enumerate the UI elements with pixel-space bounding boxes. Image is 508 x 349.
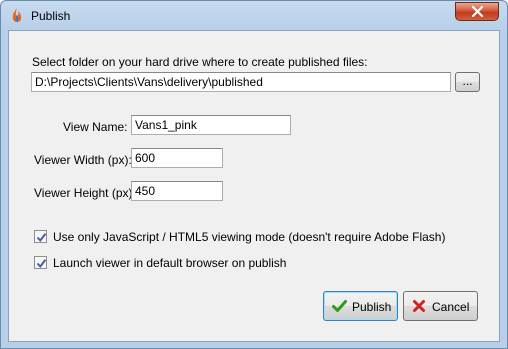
dialog-body: Select folder on your hard drive where t… — [8, 30, 500, 342]
check-icon — [332, 300, 347, 312]
cancel-button-label: Cancel — [432, 300, 470, 314]
close-button[interactable] — [455, 2, 499, 21]
viewer-width-label: Viewer Width (px): — [34, 153, 132, 167]
checkmark-icon — [36, 259, 47, 269]
close-icon — [471, 6, 484, 17]
publish-button-label: Publish — [352, 300, 392, 314]
launch-browser-checkbox[interactable] — [34, 256, 47, 269]
app-flame-icon — [12, 8, 22, 22]
cancel-button[interactable]: Cancel — [403, 291, 478, 321]
view-name-input[interactable] — [131, 115, 291, 135]
view-name-label: View Name: — [63, 120, 128, 134]
launch-browser-label[interactable]: Launch viewer in default browser on publ… — [53, 256, 286, 270]
cancel-x-icon — [413, 300, 425, 312]
title-bar[interactable]: Publish — [1, 1, 507, 31]
publish-button[interactable]: Publish — [323, 291, 398, 321]
viewer-width-input[interactable] — [131, 148, 223, 168]
checkmark-icon — [36, 233, 47, 243]
publish-dialog: Publish Select folder on your hard drive… — [0, 0, 508, 349]
browse-button-label: ... — [462, 74, 473, 88]
folder-path-input[interactable] — [31, 72, 451, 92]
viewer-height-input[interactable] — [131, 181, 223, 201]
browse-button[interactable]: ... — [455, 72, 480, 92]
js-mode-checkbox[interactable] — [34, 230, 47, 243]
js-mode-label[interactable]: Use only JavaScript / HTML5 viewing mode… — [53, 230, 445, 244]
folder-label: Select folder on your hard drive where t… — [32, 55, 368, 69]
viewer-height-label: Viewer Height (px): — [34, 186, 136, 200]
window-title: Publish — [31, 9, 71, 23]
